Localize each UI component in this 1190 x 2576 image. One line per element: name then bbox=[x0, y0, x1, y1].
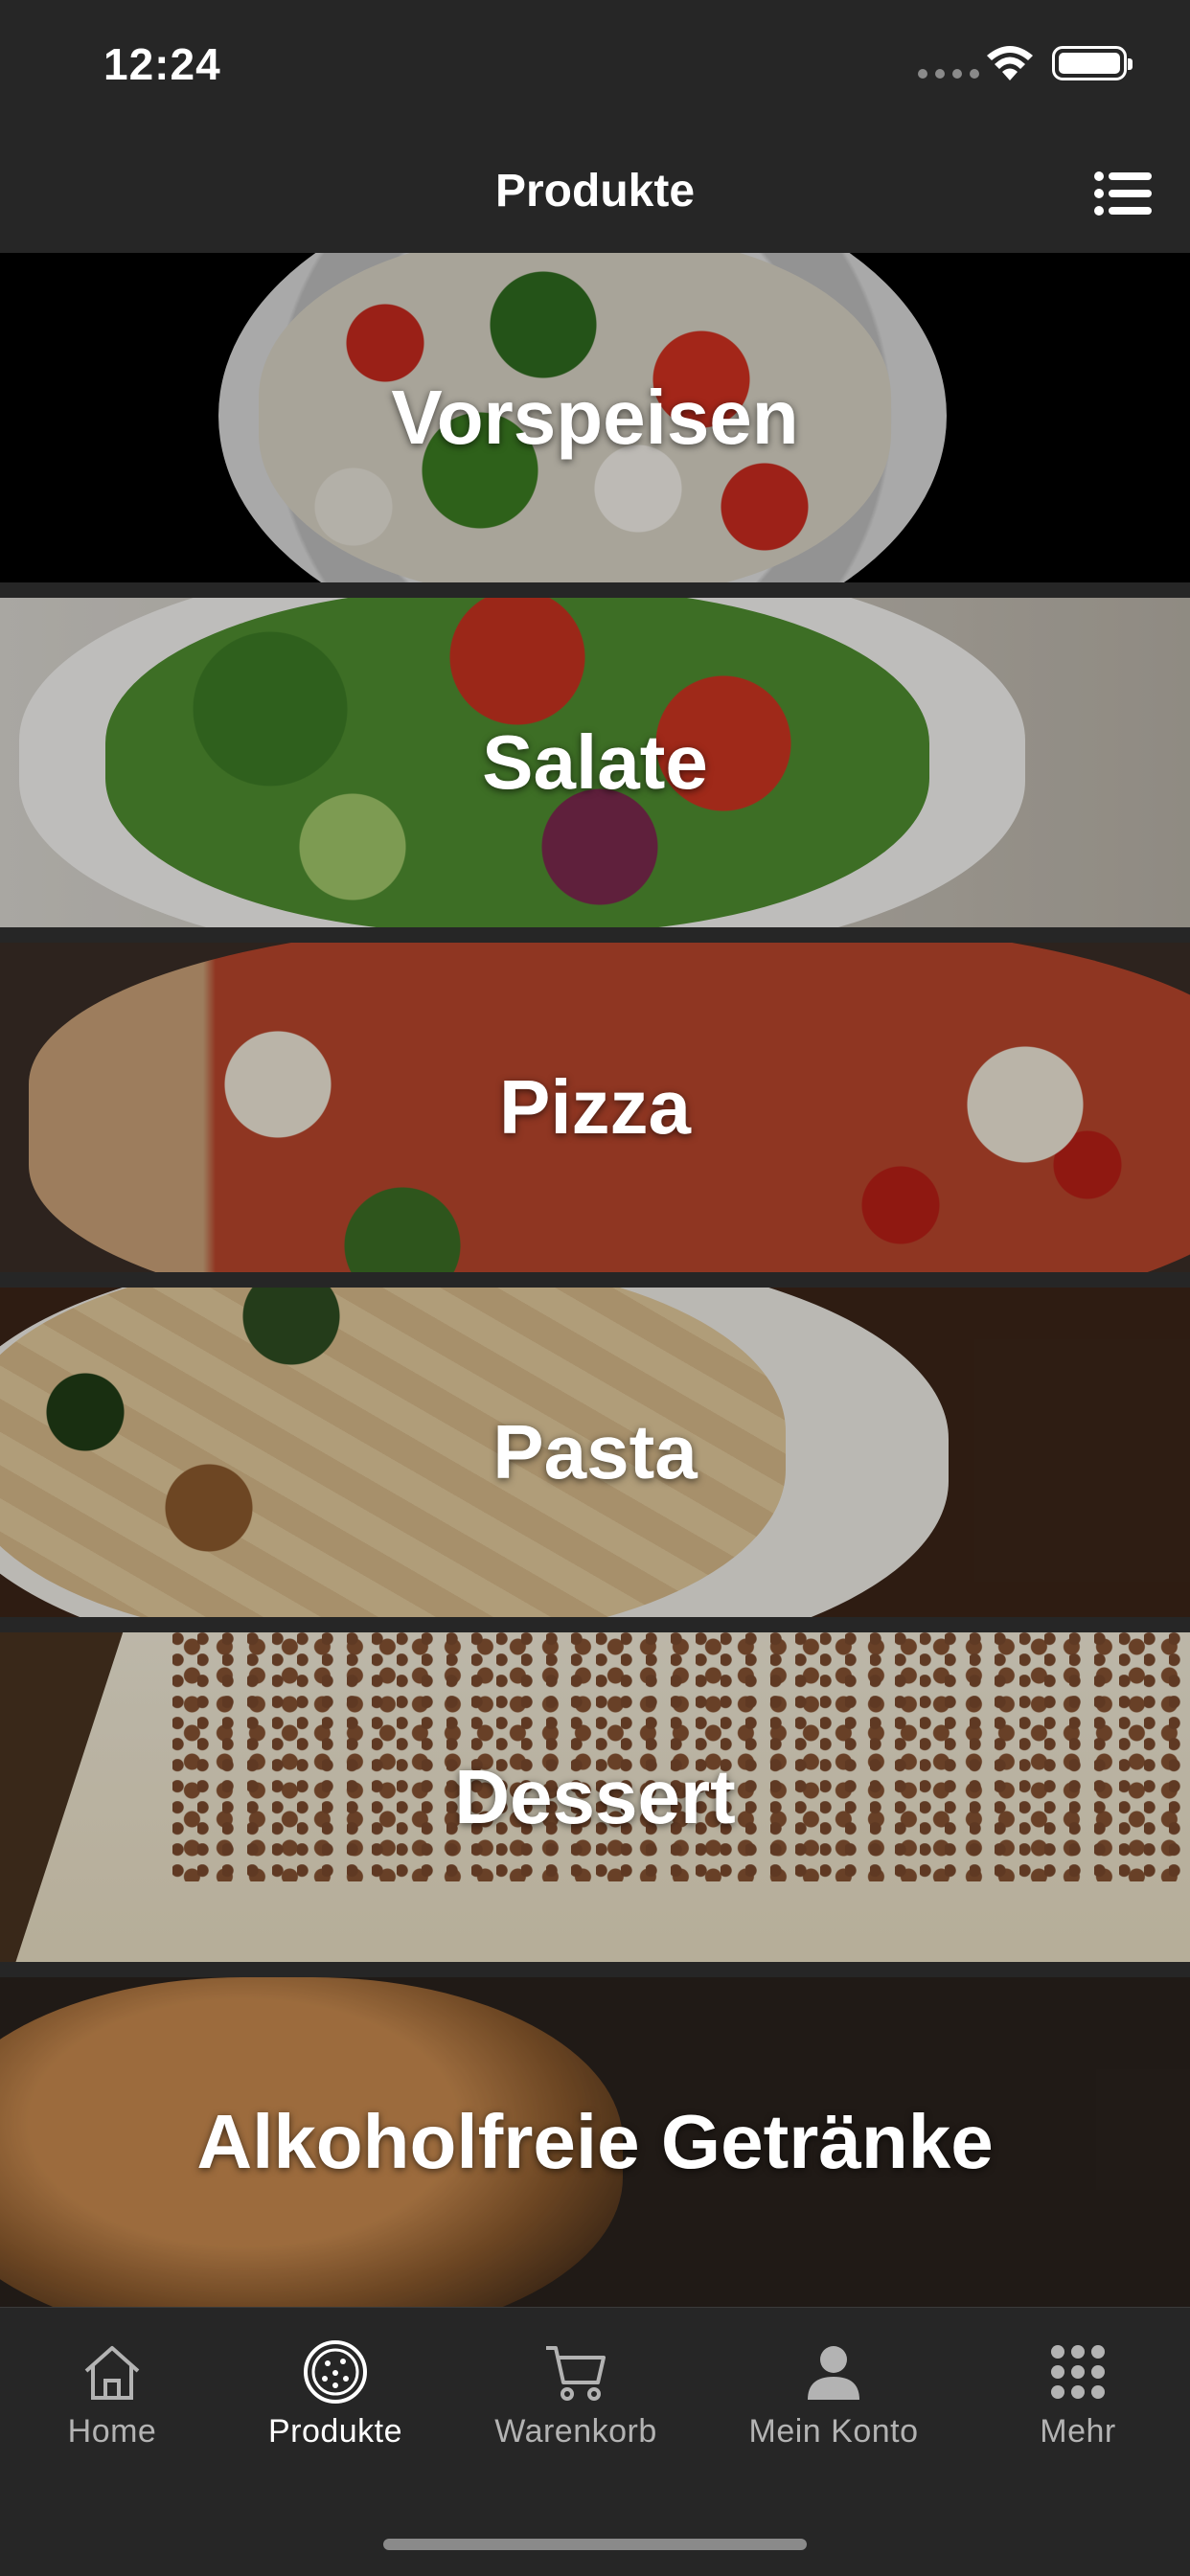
category-pizza[interactable]: Pizza bbox=[0, 943, 1190, 1272]
tab-mein-konto[interactable]: Mein Konto bbox=[723, 2338, 944, 2451]
tab-mehr[interactable]: Mehr bbox=[968, 2338, 1188, 2451]
category-pasta[interactable]: Pasta bbox=[0, 1288, 1190, 1617]
status-time: 12:24 bbox=[103, 39, 221, 89]
category-image bbox=[0, 1288, 949, 1617]
wifi-icon bbox=[987, 46, 1033, 80]
category-dessert[interactable]: Dessert bbox=[0, 1632, 1190, 1962]
tab-label: Mehr bbox=[1040, 2413, 1116, 2450]
category-salate[interactable]: Salate bbox=[0, 598, 1190, 927]
category-alkoholfreie-getraenke[interactable]: Alkoholfreie Getränke bbox=[0, 1977, 1190, 2307]
tab-label: Produkte bbox=[267, 2413, 403, 2450]
pizza-icon bbox=[304, 2340, 367, 2404]
user-icon bbox=[808, 2346, 859, 2400]
list-icon[interactable] bbox=[1094, 171, 1152, 217]
category-label: Alkoholfreie Getränke bbox=[196, 2099, 994, 2184]
tab-label: Mein Konto bbox=[748, 2413, 919, 2450]
category-label: Pizza bbox=[498, 1064, 692, 1150]
tab-label: Warenkorb bbox=[494, 2413, 657, 2450]
tab-label: Home bbox=[67, 2413, 157, 2450]
category-label: Vorspeisen bbox=[391, 375, 799, 460]
status-bar: 12:24 bbox=[0, 0, 1190, 134]
page-title: Produkte bbox=[494, 166, 696, 217]
grid-icon bbox=[1051, 2345, 1105, 2399]
tab-home[interactable]: Home bbox=[2, 2338, 222, 2451]
tab-warenkorb[interactable]: Warenkorb bbox=[466, 2338, 686, 2451]
home-indicator bbox=[383, 2539, 807, 2550]
tab-bar: Home Produkte Warenkorb Mein Konto Mehr bbox=[0, 2307, 1190, 2576]
category-label: Pasta bbox=[492, 1409, 698, 1494]
cart-icon bbox=[546, 2346, 606, 2401]
category-list: Vorspeisen Salate Pizza Pasta Dessert Al… bbox=[0, 253, 1190, 2322]
category-label: Dessert bbox=[454, 1754, 736, 1839]
tab-produkte[interactable]: Produkte bbox=[225, 2338, 446, 2451]
category-vorspeisen[interactable]: Vorspeisen bbox=[0, 253, 1190, 582]
home-icon bbox=[84, 2346, 140, 2400]
signal-icon bbox=[918, 69, 979, 79]
nav-header: Produkte bbox=[0, 134, 1190, 253]
category-label: Salate bbox=[482, 719, 708, 805]
battery-icon bbox=[1052, 46, 1133, 80]
